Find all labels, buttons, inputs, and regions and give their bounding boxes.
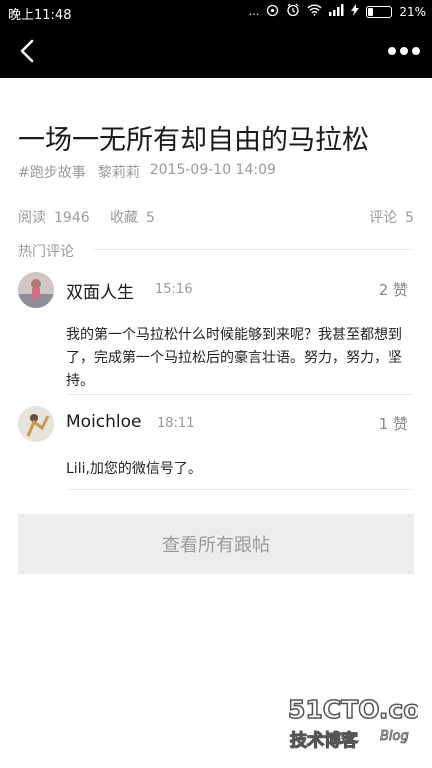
signal-icon: [329, 4, 344, 20]
comment-item: Moichloe 18:11 1 赞 Lili,加您的微信号了。: [18, 406, 414, 486]
back-button[interactable]: [10, 34, 44, 68]
comment-count: 5: [405, 210, 414, 226]
sync-icon: [266, 4, 279, 21]
article-tag[interactable]: #跑步故事: [18, 162, 86, 182]
comment-body: 我的第一个马拉松什么时候能够到来呢？我甚至都想到了，完成第一个马拉松后的豪言壮语…: [66, 327, 402, 389]
read-count: 1946: [54, 210, 90, 226]
comment-time: 15:16: [155, 282, 193, 297]
comment-body: Lili,加您的微信号了。: [66, 461, 202, 477]
article-title: 一场一无所有却自由的马拉松: [18, 125, 369, 156]
wifi-icon: [307, 4, 322, 20]
svg-text:51CTO.com: 51CTO.com: [288, 695, 418, 724]
read-label: 阅读: [18, 210, 46, 226]
comment-divider: [66, 394, 414, 395]
dots-icon: ...: [248, 5, 260, 18]
status-time: 晚上11:48: [8, 8, 72, 23]
status-icons: ... 21%: [249, 3, 426, 21]
fav-label: 收藏: [110, 210, 138, 226]
comment-author[interactable]: Moichloe: [66, 412, 142, 432]
more-dots-icon: [388, 47, 420, 55]
comment-label: 评论: [369, 210, 398, 226]
read-stat: 阅读 1946: [18, 207, 90, 227]
hot-comments-label: 热门评论: [18, 244, 74, 260]
chevron-left-icon: [20, 39, 34, 63]
fav-stat: 收藏 5: [110, 207, 155, 227]
comment-stat[interactable]: 评论 5: [369, 207, 414, 227]
comment-likes[interactable]: 2 赞: [379, 279, 408, 300]
alarm-icon: [286, 3, 300, 21]
nav-bar: [0, 24, 432, 78]
avatar[interactable]: [18, 272, 54, 308]
more-button[interactable]: [384, 34, 424, 68]
avatar[interactable]: [18, 406, 54, 442]
battery-percent: 21%: [399, 5, 426, 19]
battery-icon: [366, 6, 393, 18]
status-bar: 晚上11:48 ... 21%: [0, 0, 432, 24]
svg-text:技术博客: 技术博客: [290, 730, 359, 751]
comment-divider: [66, 489, 414, 490]
fav-count: 5: [146, 210, 155, 226]
article-meta: #跑步故事 黎莉莉 2015-09-10 14:09: [18, 162, 276, 182]
charging-icon: [351, 4, 360, 20]
view-all-comments-button[interactable]: 查看所有跟帖: [18, 514, 414, 574]
watermark-logo: 51CTO.com 技术博客 Blog: [287, 694, 432, 754]
article-date: 2015-09-10 14:09: [149, 162, 276, 178]
comment-item: 双面人生 15:16 2 赞 我的第一个马拉松什么时候能够到来呢？我甚至都想到了…: [18, 272, 414, 389]
article-author[interactable]: 黎莉莉: [98, 162, 140, 182]
comment-author[interactable]: 双面人生: [66, 278, 134, 303]
svg-text:Blog: Blog: [380, 729, 409, 744]
comment-time: 18:11: [157, 416, 195, 431]
section-divider: [94, 249, 414, 250]
comment-likes[interactable]: 1 赞: [379, 413, 408, 434]
